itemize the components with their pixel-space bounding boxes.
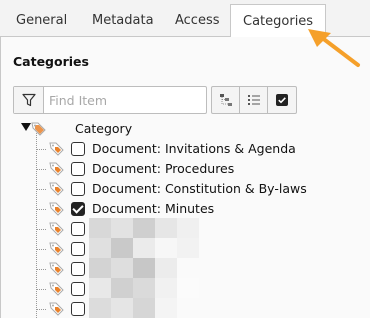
category-tag-icon bbox=[31, 122, 46, 136]
list-icon bbox=[247, 95, 260, 105]
tree-item[interactable]: Document: Minutes bbox=[1, 199, 366, 219]
category-tag-icon bbox=[49, 242, 64, 256]
redacted-labels bbox=[89, 218, 199, 318]
category-tag-icon bbox=[49, 302, 64, 316]
tree-guide-branch bbox=[36, 269, 46, 270]
category-tag-icon bbox=[49, 262, 64, 276]
tab-general[interactable]: General bbox=[4, 4, 79, 37]
item-checkbox[interactable] bbox=[71, 182, 85, 196]
check-all-icon bbox=[276, 94, 288, 106]
tree-guide-branch bbox=[36, 189, 46, 190]
item-checkbox[interactable] bbox=[71, 282, 85, 296]
tree-root-label: Category bbox=[75, 121, 133, 136]
tree-guide-branch bbox=[36, 169, 46, 170]
tree-guide-branch bbox=[36, 229, 46, 230]
tab-access[interactable]: Access bbox=[163, 4, 232, 37]
item-checkbox[interactable] bbox=[71, 142, 85, 156]
categories-panel: Categories Find Item Category Document: … bbox=[0, 37, 370, 318]
item-checkbox[interactable] bbox=[71, 302, 85, 316]
tree-guide-branch bbox=[36, 289, 46, 290]
category-tag-icon bbox=[49, 142, 64, 156]
tree-guide-branch bbox=[36, 249, 46, 250]
category-tag-icon bbox=[49, 282, 64, 296]
tab-metadata[interactable]: Metadata bbox=[80, 4, 166, 37]
tree-guide-branch bbox=[36, 309, 46, 310]
tree-toolbar bbox=[211, 86, 297, 114]
tree-item[interactable]: Document: Procedures bbox=[1, 159, 366, 179]
item-checkbox-checked[interactable] bbox=[71, 202, 85, 216]
category-tag-icon bbox=[49, 202, 64, 216]
item-label: Document: Invitations & Agenda bbox=[92, 141, 296, 156]
item-checkbox[interactable] bbox=[71, 242, 85, 256]
category-tag-icon bbox=[49, 222, 64, 236]
list-view-button[interactable] bbox=[240, 87, 268, 113]
tree-item[interactable]: Document: Constitution & By-laws bbox=[1, 179, 366, 199]
expand-caret-icon[interactable] bbox=[21, 123, 31, 131]
item-label: Document: Procedures bbox=[92, 161, 235, 176]
item-checkbox[interactable] bbox=[71, 162, 85, 176]
tree-item[interactable]: Document: Invitations & Agenda bbox=[1, 139, 366, 159]
item-checkbox[interactable] bbox=[71, 222, 85, 236]
tree-guide-branch bbox=[36, 149, 46, 150]
filter-icon bbox=[21, 93, 36, 107]
filter-button[interactable] bbox=[14, 87, 44, 113]
category-tag-icon bbox=[49, 182, 64, 196]
expand-tree-button[interactable] bbox=[212, 87, 240, 113]
category-tag-icon bbox=[49, 162, 64, 176]
check-all-button[interactable] bbox=[268, 87, 296, 113]
tree-root[interactable]: Category bbox=[1, 119, 366, 139]
item-checkbox[interactable] bbox=[71, 262, 85, 276]
expand-tree-icon bbox=[219, 94, 232, 106]
item-label: Document: Constitution & By-laws bbox=[92, 181, 307, 196]
item-label: Document: Minutes bbox=[92, 201, 215, 216]
section-title: Categories bbox=[13, 54, 89, 69]
annotation-arrow-icon bbox=[308, 29, 360, 67]
find-item-input[interactable] bbox=[45, 87, 205, 113]
find-item-box bbox=[13, 86, 207, 114]
tree-guide-branch bbox=[36, 209, 46, 210]
